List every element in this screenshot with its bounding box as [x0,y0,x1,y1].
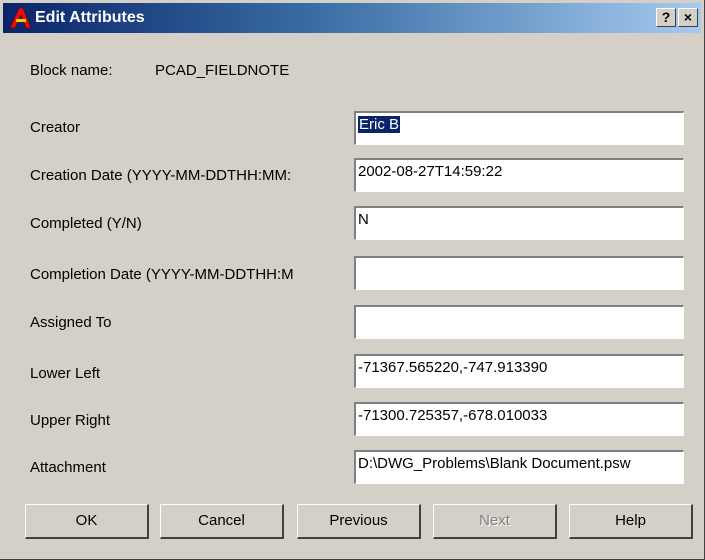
upper-right-field[interactable]: -71300.725357,-678.010033 [354,402,684,436]
help-button[interactable]: Help [569,504,693,539]
close-icon[interactable]: × [678,8,698,27]
upper-right-label: Upper Right [30,412,111,429]
creator-field[interactable]: Eric B [354,111,684,145]
help-icon[interactable]: ? [656,8,676,27]
lower-left-label: Lower Left [30,365,101,382]
title-bar[interactable]: Edit Attributes ? × [3,3,701,33]
lower-left-field[interactable]: -71367.565220,-747.913390 [354,354,684,388]
creator-label: Creator [30,119,81,136]
window-title: Edit Attributes [35,9,145,26]
next-button[interactable]: Next [433,504,557,539]
ok-button[interactable]: OK [25,504,149,539]
block-name-label: Block name: [30,62,113,79]
assigned-to-field[interactable] [354,305,684,339]
autocad-app-icon [9,7,32,29]
creation-date-label: Creation Date (YYYY-MM-DDTHH:MM: [30,167,292,184]
edit-attributes-dialog: Edit Attributes ? × Block name: PCAD_FIE… [0,0,705,560]
cancel-button[interactable]: Cancel [160,504,284,539]
creator-value: Eric B [358,116,401,133]
block-name-value: PCAD_FIELDNOTE [155,62,290,79]
previous-button[interactable]: Previous [297,504,421,539]
attachment-label: Attachment [30,459,106,476]
completed-field[interactable]: N [354,206,684,240]
completed-label: Completed (Y/N) [30,215,142,232]
completion-date-field[interactable] [354,256,684,290]
completion-date-label: Completion Date (YYYY-MM-DDTHH:M [30,266,294,283]
attachment-field[interactable]: D:\DWG_Problems\Blank Document.psw [354,450,684,484]
creation-date-field[interactable]: 2002-08-27T14:59:22 [354,158,684,192]
assigned-to-label: Assigned To [30,314,112,331]
